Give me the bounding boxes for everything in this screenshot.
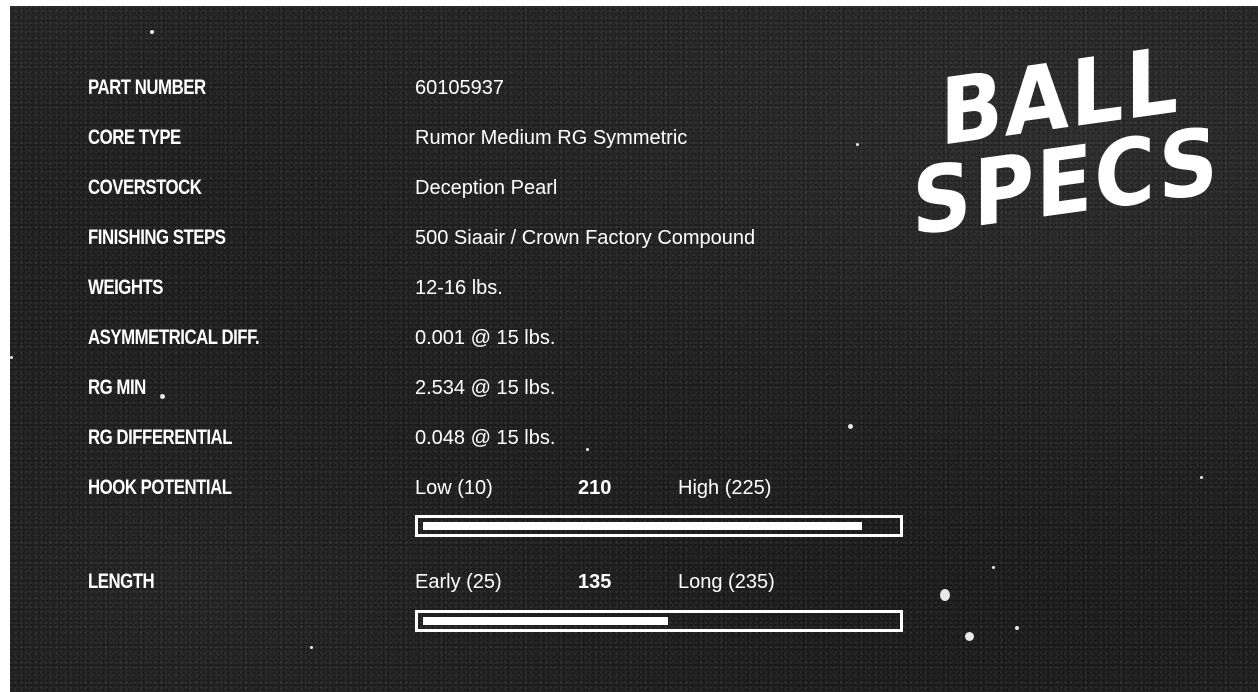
hook-value: 210 [578,477,612,499]
rg-min-value: 2.534 @ 15 lbs. [415,377,556,399]
hook-low-label: Low (10) [415,477,493,499]
length-bar [415,610,903,632]
weights-value: 12-16 lbs. [415,277,503,299]
dust-speck [310,646,313,649]
dust-speck [856,143,859,146]
dust-speck [992,566,995,569]
hook-potential-bar [415,515,903,537]
dust-speck [10,356,13,359]
finishing-steps-label: FINISHING STEPS [88,226,226,249]
dust-speck [150,30,154,34]
dust-speck [940,589,950,601]
dust-speck [160,394,165,399]
length-value: 135 [578,571,612,593]
dust-speck [848,424,853,429]
length-label: LENGTH [88,570,155,593]
dust-speck [1015,626,1019,630]
asymmetrical-diff-label: ASYMMETRICAL DIFF. [88,326,260,349]
dust-speck [586,448,589,451]
length-bar-fill [423,617,668,625]
ball-specs-logo: BALL SPECS [902,26,1220,284]
finishing-steps-value: 500 Siaair / Crown Factory Compound [415,227,756,249]
part-number-value: 60105937 [415,77,504,99]
hook-potential-label: HOOK POTENTIAL [88,476,232,499]
length-high-label: Long (235) [678,571,775,593]
rg-min-label: RG MIN [88,376,146,399]
dust-speck [1200,476,1203,479]
rg-differential-label: RG DIFFERENTIAL [88,426,232,449]
hook-high-label: High (225) [678,477,772,499]
core-type-label: CORE TYPE [88,126,181,149]
core-type-value: Rumor Medium RG Symmetric [415,127,688,149]
weights-label: WEIGHTS [88,276,164,299]
hook-potential-bar-fill [423,522,862,530]
asymmetrical-diff-value: 0.001 @ 15 lbs. [415,327,556,349]
ball-specs-panel: PART NUMBER 60105937 CORE TYPE Rumor Med… [10,6,1258,692]
coverstock-value: Deception Pearl [415,177,558,199]
dust-speck [965,632,974,641]
rg-differential-value: 0.048 @ 15 lbs. [415,427,556,449]
length-low-label: Early (25) [415,571,502,593]
coverstock-label: COVERSTOCK [88,176,202,199]
part-number-label: PART NUMBER [88,76,206,99]
